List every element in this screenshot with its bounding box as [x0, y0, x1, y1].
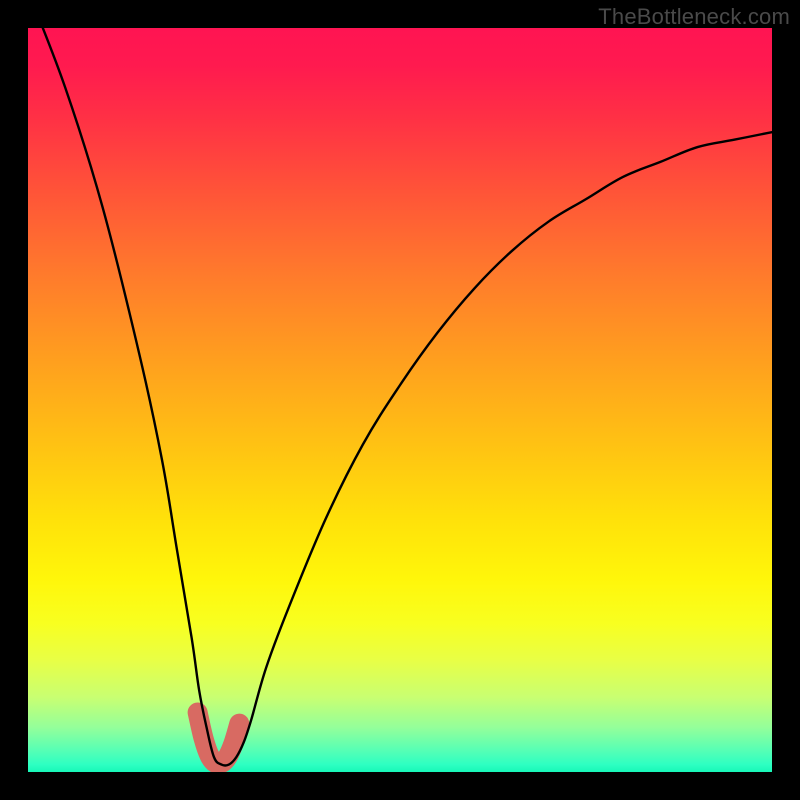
watermark-text: TheBottleneck.com — [598, 4, 790, 30]
plot-area — [28, 28, 772, 772]
curve-svg — [28, 28, 772, 772]
bottleneck-curve — [28, 28, 772, 766]
chart-frame: TheBottleneck.com — [0, 0, 800, 800]
